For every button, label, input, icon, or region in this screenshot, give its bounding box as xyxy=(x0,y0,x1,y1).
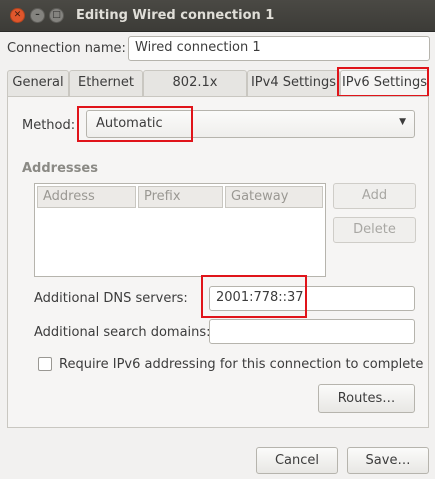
routes-button[interactable]: Routes… xyxy=(318,384,415,413)
column-address[interactable]: Address xyxy=(37,186,136,208)
save-button[interactable]: Save… xyxy=(347,447,429,474)
dns-servers-label: Additional DNS servers: xyxy=(34,291,188,306)
method-value: Automatic xyxy=(96,116,163,131)
minimize-icon[interactable]: – xyxy=(30,8,45,23)
method-label: Method: xyxy=(22,118,76,133)
cancel-button[interactable]: Cancel xyxy=(256,447,338,474)
connection-name-field[interactable]: Wired connection 1 xyxy=(128,36,430,61)
addresses-table[interactable]: Address Prefix Gateway xyxy=(34,183,326,277)
tab-8021x-security[interactable]: 802.1x Security xyxy=(143,70,247,114)
tab-ipv4-settings[interactable]: IPv4 Settings xyxy=(247,70,340,96)
title-bar: ✕ – □ Editing Wired connection 1 xyxy=(0,0,435,32)
window-title: Editing Wired connection 1 xyxy=(76,8,275,23)
delete-button[interactable]: Delete xyxy=(333,217,416,243)
search-domains-field[interactable] xyxy=(209,319,415,344)
addresses-heading: Addresses xyxy=(22,161,98,176)
tab-general[interactable]: General xyxy=(7,70,69,96)
dns-servers-field[interactable]: 2001:778::37 xyxy=(209,286,415,311)
column-gateway[interactable]: Gateway xyxy=(225,186,323,208)
add-button[interactable]: Add xyxy=(333,183,416,209)
close-icon[interactable]: ✕ xyxy=(10,8,25,23)
chevron-down-icon: ▼ xyxy=(399,117,406,127)
tab-ipv6-settings[interactable]: IPv6 Settings xyxy=(340,70,429,97)
connection-name-label: Connection name: xyxy=(7,41,126,56)
maximize-icon[interactable]: □ xyxy=(49,8,64,23)
search-domains-label: Additional search domains: xyxy=(34,325,211,340)
tab-ethernet[interactable]: Ethernet xyxy=(69,70,143,96)
require-ipv6-checkbox[interactable] xyxy=(38,357,52,371)
method-dropdown[interactable]: Automatic ▼ xyxy=(86,110,415,138)
column-prefix[interactable]: Prefix xyxy=(138,186,223,208)
require-ipv6-label[interactable]: Require IPv6 addressing for this connect… xyxy=(59,357,423,372)
